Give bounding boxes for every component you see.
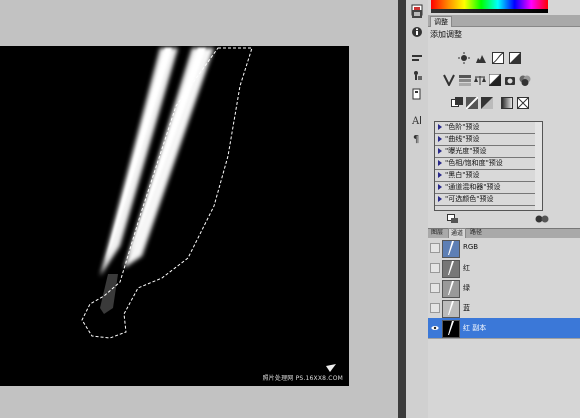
right-panels: 调整 添加调整 "色阶"预设 "曲线"预设 "曝光度"预设 "色相/饱和度"预设… [428,0,580,418]
expand-triangle-icon [438,148,442,154]
channel-thumbnail [442,240,460,258]
threshold-icon[interactable] [481,97,493,109]
channel-thumbnail [442,300,460,318]
airplane [100,274,118,314]
expand-triangle-icon [438,124,442,130]
preset-item-channel-mixer[interactable]: "通道混和器"预设 [435,182,536,194]
channel-row-rgb[interactable]: RGB [428,238,580,259]
color-ramp-gray[interactable] [431,9,548,13]
preset-item-levels[interactable]: "色阶"预设 [435,122,536,134]
color-balance-icon[interactable] [474,74,486,86]
visibility-toggle[interactable] [430,263,440,273]
invert-icon[interactable] [451,97,463,109]
levels-icon[interactable] [475,52,487,64]
channel-row-red-copy[interactable]: 红 副本 [428,318,580,339]
gradient-map-icon[interactable] [501,97,513,109]
visibility-toggle[interactable] [430,283,440,293]
channel-row-blue[interactable]: 蓝 [428,298,580,319]
adjustment-presets-list: "色阶"预设 "曲线"预设 "曝光度"预设 "色相/饱和度"预设 "黑白"预设 … [434,121,537,211]
svg-text:¶: ¶ [413,134,419,144]
brushes-icon[interactable] [409,50,425,66]
visibility-toggle[interactable] [430,303,440,313]
watermark-logo [326,364,336,372]
contrail-image [81,47,336,372]
expand-triangle-icon [438,184,442,190]
channel-mixer-icon[interactable] [519,74,531,86]
channel-row-red[interactable]: 红 [428,258,580,279]
preset-item-selective-color[interactable]: "可选颜色"预设 [435,194,536,206]
preset-item-black-white[interactable]: "黑白"预设 [435,170,536,182]
character-icon[interactable]: A [409,112,425,128]
channel-row-green[interactable]: 绿 [428,278,580,299]
color-ramp[interactable] [431,0,548,9]
tab-adjustments[interactable]: 调整 [430,16,452,27]
presets-scrollbar[interactable] [535,121,543,211]
tool-presets-icon[interactable] [409,86,425,102]
tab-layers[interactable]: 图层 [429,228,445,237]
swatches-icon[interactable] [409,6,425,22]
eye-icon[interactable] [430,323,440,333]
visibility-toggle[interactable] [430,243,440,253]
black-white-icon[interactable] [489,74,501,86]
add-adjustment-heading: 添加调整 [430,30,462,39]
paragraph-icon[interactable]: ¶ [409,130,425,146]
channel-thumbnail [442,280,460,298]
preset-item-hue-saturation[interactable]: "色相/饱和度"预设 [435,158,536,170]
document-canvas[interactable]: 照片处理网 PS.16XX8.COM [0,46,349,386]
svg-text:A: A [411,116,420,126]
adjustment-options-icon[interactable] [535,214,549,224]
posterize-icon[interactable] [466,97,478,109]
expand-triangle-icon [438,196,442,202]
curves-icon[interactable] [492,52,504,64]
channel-thumbnail [442,260,460,278]
panel-icon-strip: A ¶ [406,0,429,418]
canvas-area: 照片处理网 PS.16XX8.COM [0,0,398,418]
expand-triangle-icon [438,136,442,142]
clone-source-icon[interactable] [409,68,425,84]
tab-paths[interactable]: 路径 [468,228,484,237]
selective-color-icon[interactable] [517,97,529,109]
photo-filter-icon[interactable] [504,74,516,86]
return-to-list-icon[interactable] [447,214,459,224]
exposure-icon[interactable] [509,52,521,64]
vibrance-icon[interactable] [443,74,455,86]
tab-channels[interactable]: 通道 [448,228,467,238]
expand-triangle-icon [438,160,442,166]
expand-triangle-icon [438,172,442,178]
watermark-text: 照片处理网 PS.16XX8.COM [262,375,343,382]
hue-saturation-icon[interactable] [459,74,471,86]
brightness-contrast-icon[interactable] [458,52,470,64]
panel-divider [398,0,406,418]
preset-item-curves[interactable]: "曲线"预设 [435,134,536,146]
info-icon[interactable] [409,24,425,40]
preset-item-exposure[interactable]: "曝光度"预设 [435,146,536,158]
channel-thumbnail [442,320,460,338]
